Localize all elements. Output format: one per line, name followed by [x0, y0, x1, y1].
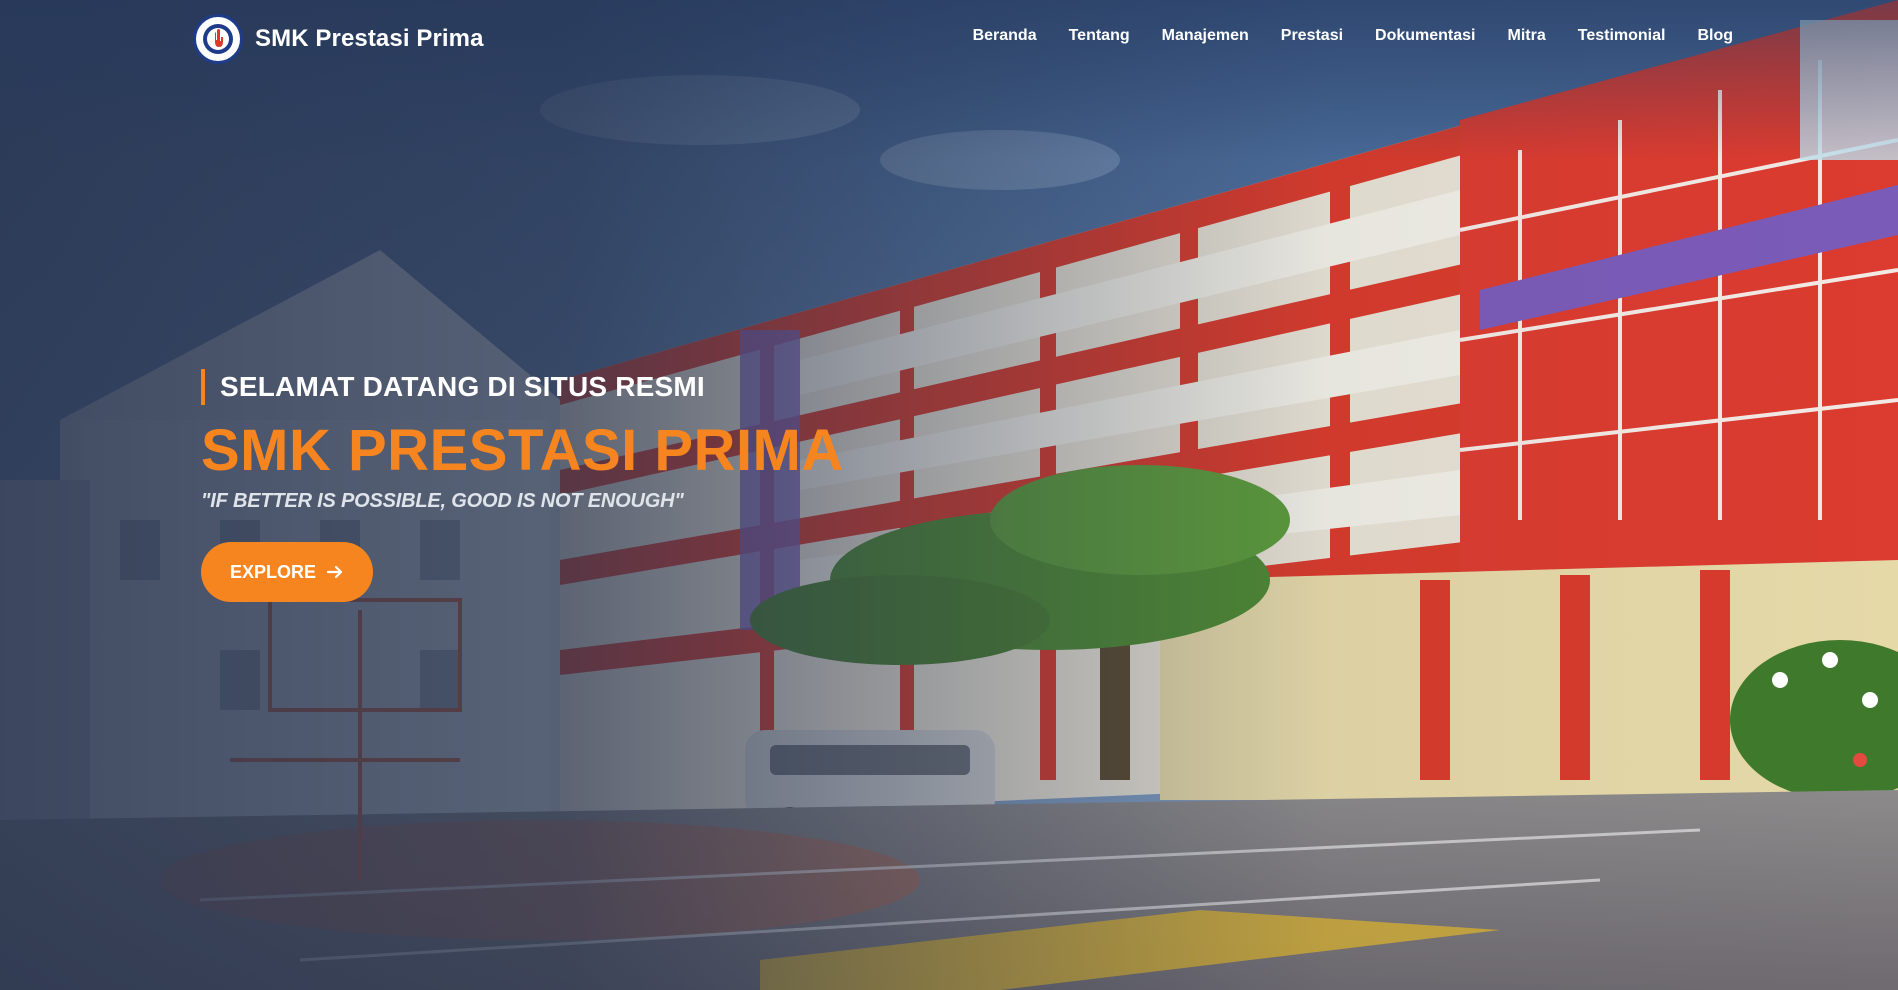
nav-blog[interactable]: Blog — [1697, 27, 1733, 45]
brand-name: SMK Prestasi Prima — [255, 25, 484, 52]
navbar: SMK Prestasi Prima Beranda Tentang Manaj… — [0, 0, 1898, 78]
brand-home-link[interactable]: SMK Prestasi Prima — [193, 14, 484, 64]
school-title: SMK PRESTASI PRIMA — [201, 418, 844, 483]
explore-label: EXPLORE — [229, 561, 317, 582]
welcome-text: SELAMAT DATANG DI SITUS RESMI — [220, 371, 705, 402]
nav-manajemen[interactable]: Manajemen — [1162, 27, 1249, 45]
school-emblem-hand-icon — [193, 14, 243, 64]
hero-content: SELAMAT DATANG DI SITUS RESMI SMK PRESTA… — [201, 368, 921, 602]
arrow-right-icon — [326, 565, 343, 579]
nav-dokumentasi[interactable]: Dokumentasi — [1375, 27, 1475, 45]
welcome-heading: SELAMAT DATANG DI SITUS RESMI — [201, 368, 921, 406]
explore-button[interactable]: EXPLORE — [201, 542, 373, 602]
accent-bar — [201, 369, 205, 405]
nav-tentang[interactable]: Tentang — [1069, 27, 1130, 45]
school-motto: "IF BETTER IS POSSIBLE, GOOD IS NOT ENOU… — [201, 490, 684, 512]
main-nav: Beranda Tentang Manajemen Prestasi Dokum… — [973, 27, 1733, 45]
nav-prestasi[interactable]: Prestasi — [1281, 27, 1343, 45]
nav-mitra[interactable]: Mitra — [1508, 27, 1546, 45]
nav-beranda[interactable]: Beranda — [973, 27, 1037, 45]
nav-testimonial[interactable]: Testimonial — [1578, 27, 1666, 45]
